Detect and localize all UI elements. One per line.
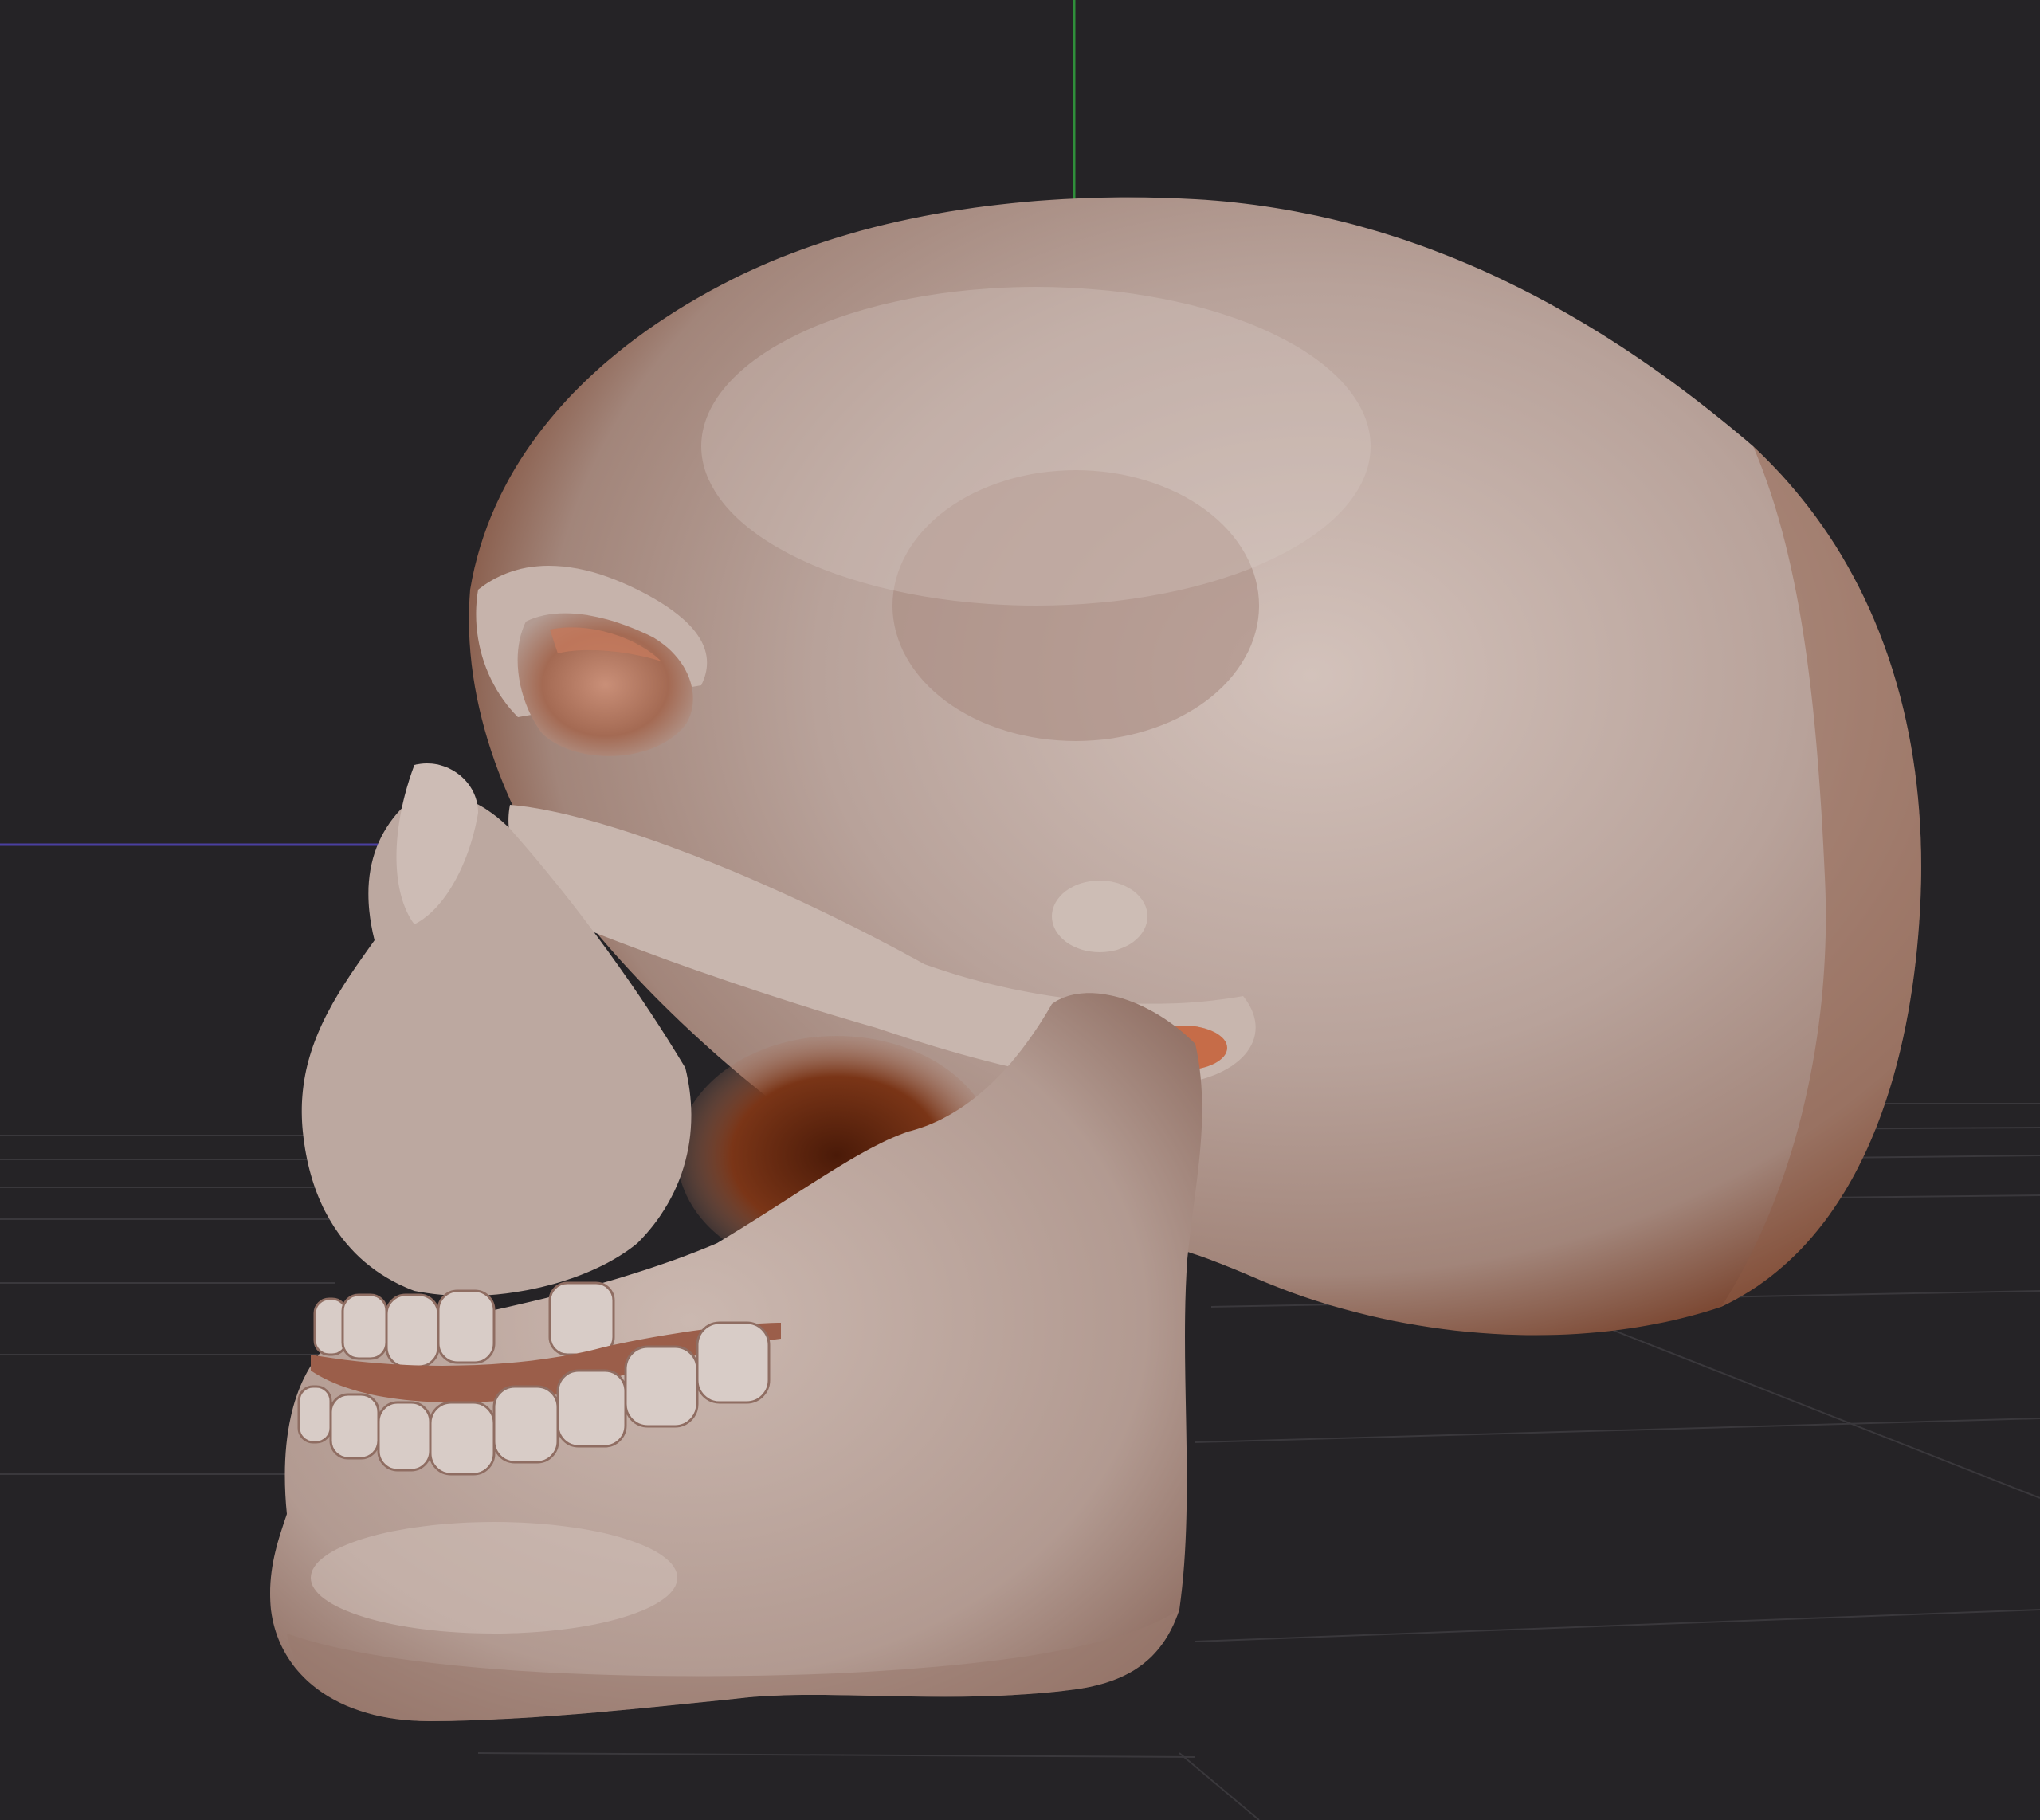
3d-viewport[interactable] (0, 0, 2040, 1820)
upper-teeth (313, 1281, 615, 1368)
viewport-canvas[interactable] (0, 0, 2040, 1820)
cranium-highlight (701, 287, 1371, 606)
mastoid (1052, 881, 1148, 952)
skull-model[interactable] (270, 197, 1921, 1721)
chin-highlight (311, 1522, 677, 1634)
